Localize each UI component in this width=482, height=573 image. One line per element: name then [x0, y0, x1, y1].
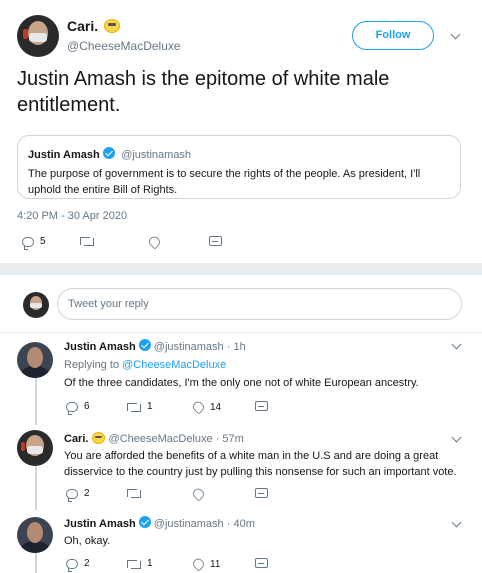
reply-actions: 2: [66, 488, 286, 506]
chevron-down-icon[interactable]: [451, 432, 462, 443]
author-name[interactable]: Cari.: [67, 18, 98, 34]
envelope-icon: [255, 401, 268, 411]
replying-to: Replying to @CheeseMacDeluxe: [64, 357, 226, 373]
envelope-icon: [255, 488, 268, 498]
reply-header: Justin Amash @justinamash · 1h: [64, 339, 246, 353]
reply-avatar-amash[interactable]: [17, 342, 53, 378]
dm-action[interactable]: [255, 401, 268, 411]
quoted-tweet[interactable]: Justin Amash @justinamash The purpose of…: [17, 135, 461, 199]
like-count: 11: [210, 558, 221, 570]
chevron-down-icon[interactable]: [451, 517, 462, 528]
reply-author-handle[interactable]: @justinamash: [154, 518, 224, 530]
tweet-text: Justin Amash is the epitome of white mal…: [17, 68, 390, 116]
thread-line: [35, 376, 37, 425]
reply-count: 2: [84, 488, 90, 499]
dm-action[interactable]: [209, 236, 222, 246]
like-action[interactable]: [147, 236, 160, 248]
author-avatar[interactable]: [17, 15, 59, 57]
retweet-icon: [127, 559, 141, 569]
sunglasses-emoji-icon: [104, 19, 121, 33]
quote-author-handle: @justinamash: [121, 149, 192, 161]
composer-avatar: [23, 292, 49, 318]
chevron-down-icon[interactable]: [451, 339, 462, 350]
reply-text: You are afforded the benefits of a white…: [64, 450, 457, 478]
dm-action[interactable]: [255, 558, 268, 568]
quote-author-name: Justin Amash: [28, 149, 100, 161]
heart-icon: [147, 236, 160, 248]
reply-input[interactable]: Tweet your reply: [57, 288, 462, 320]
heart-icon: [191, 488, 204, 500]
reply-actions: 6 1 14: [66, 401, 286, 419]
retweet-icon: [127, 488, 141, 498]
verified-badge-icon: [138, 516, 151, 528]
reply-time[interactable]: · 57m: [216, 433, 244, 445]
author-handle[interactable]: @CheeseMacDeluxe: [67, 39, 181, 53]
like-action[interactable]: 14: [191, 401, 221, 413]
reply-text: Of the three candidates, I'm the only on…: [64, 377, 419, 389]
retweet-action[interactable]: 1: [127, 558, 153, 569]
reply-count: 2: [84, 558, 90, 569]
reply-icon: [66, 558, 78, 572]
reply-author-name[interactable]: Cari.: [64, 433, 88, 445]
retweet-action[interactable]: [127, 488, 141, 498]
heart-icon: [191, 558, 204, 570]
reply-author-name[interactable]: Justin Amash: [64, 341, 136, 353]
reply-icon: [66, 401, 78, 415]
reply-count: 5: [40, 236, 46, 247]
thread-line: [35, 553, 37, 573]
like-count: 14: [210, 401, 222, 413]
replying-prefix: Replying to: [64, 359, 120, 371]
heart-icon: [191, 401, 204, 413]
reply-author-handle[interactable]: @justinamash: [154, 341, 224, 353]
reply-time[interactable]: · 40m: [227, 518, 255, 530]
like-action[interactable]: [191, 488, 204, 500]
verified-badge-icon: [102, 147, 115, 159]
reply-icon: [66, 488, 78, 502]
reply-action[interactable]: 2: [66, 488, 90, 502]
retweet-icon: [80, 236, 94, 246]
reply-count: 6: [84, 401, 90, 412]
sunglasses-emoji-icon: [92, 432, 106, 444]
envelope-icon: [255, 558, 268, 568]
reply-avatar-cari[interactable]: [17, 430, 53, 466]
reply-header: Justin Amash @justinamash · 40m: [64, 516, 255, 530]
follow-button[interactable]: Follow: [352, 21, 434, 50]
tweet-timestamp[interactable]: 4:20 PM - 30 Apr 2020: [17, 210, 127, 222]
retweet-count: 1: [147, 558, 153, 569]
dm-action[interactable]: [255, 488, 268, 498]
replying-to-link[interactable]: @CheeseMacDeluxe: [122, 359, 226, 371]
retweet-action[interactable]: 1: [127, 401, 153, 412]
tweet-actions: 5: [22, 236, 242, 254]
reply-icon: [22, 236, 34, 250]
section-divider: [0, 263, 482, 275]
like-action[interactable]: 11: [191, 558, 220, 570]
verified-badge-icon: [138, 339, 151, 351]
reply-header: Cari. @CheeseMacDeluxe · 57m: [64, 432, 244, 445]
reply-action[interactable]: 2: [66, 558, 90, 572]
reply-author-handle[interactable]: @CheeseMacDeluxe: [109, 433, 213, 445]
thread-line: [35, 466, 37, 510]
retweet-count: 1: [147, 401, 153, 412]
reply-actions: 2 1 11: [66, 558, 286, 573]
composer-divider: [0, 332, 482, 333]
reply-action[interactable]: 6: [66, 401, 90, 415]
reply-author-name[interactable]: Justin Amash: [64, 518, 136, 530]
envelope-icon: [209, 236, 222, 246]
reply-action[interactable]: 5: [22, 236, 46, 250]
reply-avatar-amash[interactable]: [17, 517, 53, 553]
chevron-down-icon[interactable]: [450, 29, 461, 40]
quote-text: The purpose of government is to secure t…: [28, 168, 421, 196]
author-info: Cari. @CheeseMacDeluxe: [67, 18, 181, 53]
reply-text: Oh, okay.: [64, 535, 111, 547]
retweet-icon: [127, 402, 141, 412]
reply-time[interactable]: · 1h: [227, 341, 246, 353]
retweet-action[interactable]: [80, 236, 94, 246]
